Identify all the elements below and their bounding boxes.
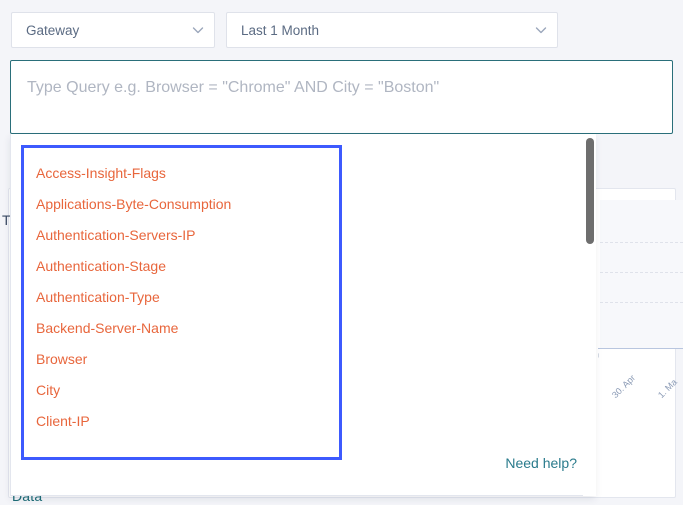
need-help-link[interactable]: Need help? (505, 455, 577, 471)
suggestion-item[interactable]: City (24, 374, 339, 405)
suggestion-list: Access-Insight-Flags Applications-Byte-Co… (24, 148, 339, 436)
suggestion-item[interactable]: Access-Insight-Flags (24, 157, 339, 188)
query-input[interactable]: Type Query e.g. Browser = "Chrome" AND C… (10, 60, 673, 134)
suggestion-item[interactable]: Authentication-Type (24, 281, 339, 312)
gateway-select-value: Gateway (26, 22, 80, 38)
suggestion-item[interactable]: Backend-Server-Name (24, 312, 339, 343)
suggestion-item[interactable]: Browser (24, 343, 339, 374)
chevron-down-icon (533, 22, 549, 38)
suggestion-item[interactable]: Authentication-Servers-IP (24, 219, 339, 250)
chart-gridline (600, 242, 683, 244)
suggestion-item[interactable]: Authentication-Stage (24, 250, 339, 281)
query-suggestion-panel: Access-Insight-Flags Applications-Byte-Co… (10, 134, 596, 496)
suggestion-item[interactable]: Client-IP (24, 405, 339, 436)
chart-x-axis (598, 348, 683, 349)
chart-gridline (600, 272, 683, 274)
time-range-select-value: Last 1 Month (241, 22, 320, 38)
suggestion-scrollbar[interactable] (583, 134, 596, 496)
chart-gridline (600, 302, 683, 304)
suggestion-item[interactable]: Applications-Byte-Consumption (24, 188, 339, 219)
gateway-select[interactable]: Gateway (11, 12, 215, 48)
chevron-down-icon (190, 22, 206, 38)
chart-plot-area (600, 200, 683, 348)
suggestion-scrollbar-thumb[interactable] (586, 138, 594, 244)
filter-toolbar: Gateway Last 1 Month (0, 0, 683, 57)
time-range-select[interactable]: Last 1 Month (226, 12, 558, 48)
suggestion-list-container[interactable]: Access-Insight-Flags Applications-Byte-Co… (21, 145, 342, 460)
chart-tick-stub: ᛧ (596, 349, 602, 359)
query-input-placeholder: Type Query e.g. Browser = "Chrome" AND C… (27, 79, 440, 96)
